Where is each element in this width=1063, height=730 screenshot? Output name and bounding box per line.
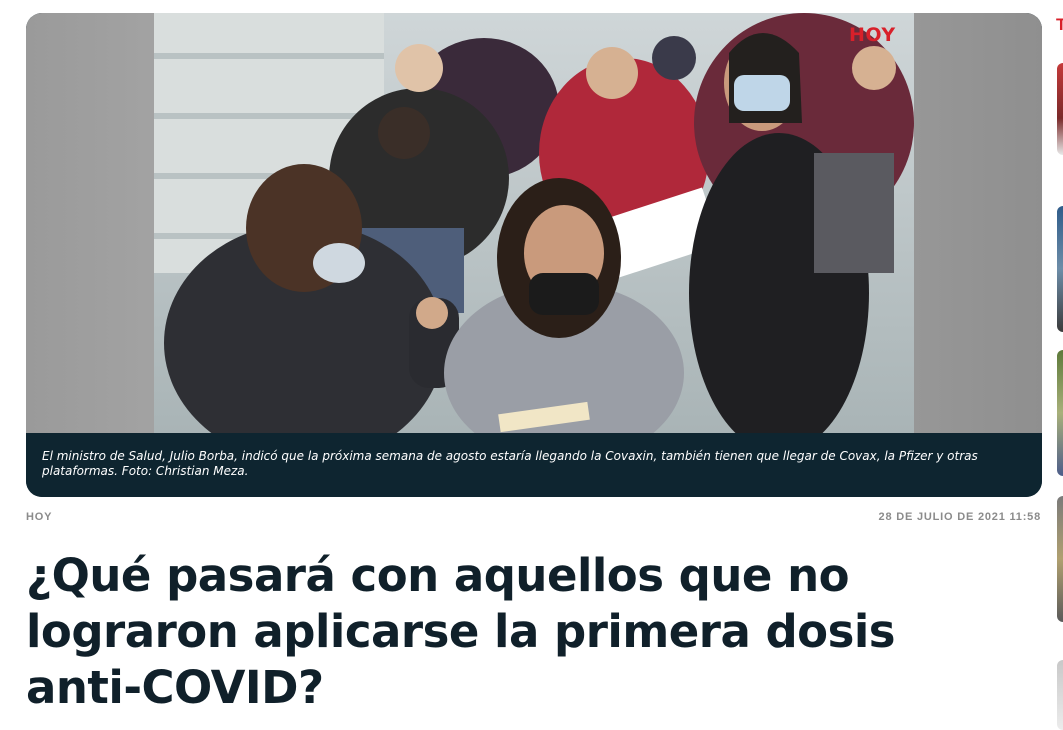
photo-caption: El ministro de Salud, Julio Borba, indic… <box>26 433 1042 497</box>
section-link[interactable]: HOY <box>26 511 52 523</box>
hoy-watermark-logo: HOY <box>849 24 896 46</box>
publish-date: 28 DE JULIO DE 2021 11:58 <box>878 511 1041 523</box>
article-title: ¿Qué pasará con aquellos que no lograron… <box>26 549 896 714</box>
sidebar-thumbnail[interactable] <box>1057 206 1063 332</box>
sidebar-thumbnail[interactable] <box>1057 63 1063 155</box>
hero-image-card: HOY El ministro de Salud, Julio Borba, i… <box>26 13 1042 497</box>
vaccination-photo[interactable] <box>154 13 914 433</box>
sidebar-thumbnail[interactable] <box>1057 350 1063 476</box>
sidebar-header-fragment: T <box>1056 15 1063 34</box>
article-page: HOY El ministro de Salud, Julio Borba, i… <box>0 0 1063 730</box>
sidebar-thumbnail[interactable] <box>1057 496 1063 622</box>
sidebar-thumbnail[interactable] <box>1057 660 1063 730</box>
